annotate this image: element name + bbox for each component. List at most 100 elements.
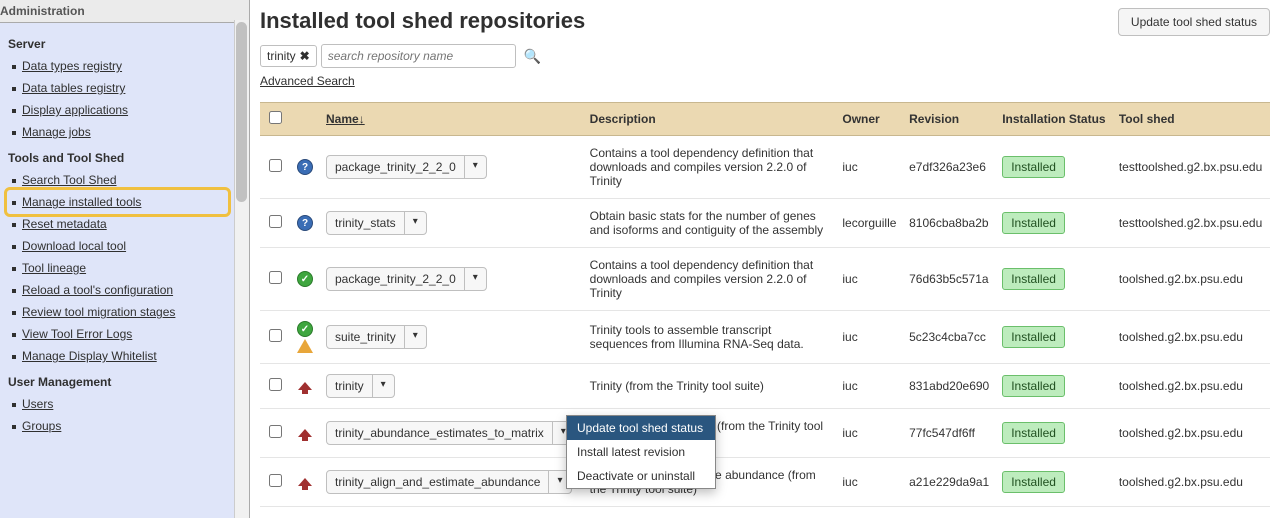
repo-owner: iuc xyxy=(836,311,903,364)
menu-item[interactable]: Deactivate or uninstall xyxy=(567,464,715,488)
menu-item[interactable]: Install latest revision xyxy=(567,440,715,464)
row-checkbox[interactable] xyxy=(269,271,282,284)
sidebar-item[interactable]: Data tables registry xyxy=(8,77,227,99)
row-checkbox[interactable] xyxy=(269,215,282,228)
sidebar-section-title: Server xyxy=(8,29,227,55)
sidebar-link[interactable]: Display applications xyxy=(22,103,128,117)
repo-revision: 76d63b5c571a xyxy=(903,248,996,311)
sidebar-section-title: Tools and Tool Shed xyxy=(8,143,227,169)
sidebar-link[interactable]: Data tables registry xyxy=(22,81,125,95)
sidebar-link[interactable]: Download local tool xyxy=(22,239,126,253)
sidebar-item[interactable]: Review tool migration stages xyxy=(8,301,227,323)
status-badge: Installed xyxy=(1002,471,1065,493)
repo-revision: 831abd20e690 xyxy=(903,364,996,409)
caret-down-icon[interactable]: ▾ xyxy=(465,156,486,178)
repo-owner: iuc xyxy=(836,458,903,507)
status-badge: Installed xyxy=(1002,422,1065,444)
repo-name-label[interactable]: trinity_align_and_estimate_abundance xyxy=(327,471,549,493)
table-row: trinity▾ Trinity (from the Trinity tool s… xyxy=(260,364,1270,409)
repo-name-dropdown[interactable]: trinity_stats▾ xyxy=(326,211,427,235)
menu-item[interactable]: Update tool shed status xyxy=(567,416,715,440)
check-icon xyxy=(297,271,313,287)
repo-name-label[interactable]: trinity xyxy=(327,375,373,397)
sidebar-link[interactable]: Manage installed tools xyxy=(22,195,141,209)
sidebar-item[interactable]: Reload a tool's configuration xyxy=(8,279,227,301)
sidebar-link[interactable]: Reset metadata xyxy=(22,217,107,231)
sidebar-item[interactable]: Display applications xyxy=(8,99,227,121)
status-badge: Installed xyxy=(1002,156,1065,178)
repo-owner: iuc xyxy=(836,248,903,311)
status-badge: Installed xyxy=(1002,268,1065,290)
sidebar-item[interactable]: Tool lineage xyxy=(8,257,227,279)
sidebar-link[interactable]: View Tool Error Logs xyxy=(22,327,132,341)
repo-name-dropdown[interactable]: trinity_abundance_estimates_to_matrix▾ xyxy=(326,421,575,445)
row-checkbox[interactable] xyxy=(269,425,282,438)
sidebar-link[interactable]: Groups xyxy=(22,419,61,433)
select-all-checkbox[interactable] xyxy=(269,111,282,124)
column-name-sort[interactable]: Name↓ xyxy=(326,112,365,126)
repo-revision: a21e229da9a1 xyxy=(903,458,996,507)
repo-toolshed: toolshed.g2.bx.psu.edu xyxy=(1113,364,1270,409)
repo-name-dropdown[interactable]: package_trinity_2_2_0▾ xyxy=(326,155,487,179)
sidebar-link[interactable]: Manage jobs xyxy=(22,125,91,139)
repo-name-dropdown[interactable]: trinity_align_and_estimate_abundance▾ xyxy=(326,470,572,494)
sidebar-item[interactable]: Users xyxy=(8,393,227,415)
advanced-search-link[interactable]: Advanced Search xyxy=(260,74,355,88)
column-description: Description xyxy=(584,103,837,136)
update-tool-shed-status-button[interactable]: Update tool shed status xyxy=(1118,8,1270,36)
repo-name-dropdown[interactable]: suite_trinity▾ xyxy=(326,325,427,349)
column-owner: Owner xyxy=(836,103,903,136)
filter-chip: trinity ✖ xyxy=(260,45,317,67)
repo-name-label[interactable]: trinity_abundance_estimates_to_matrix xyxy=(327,422,553,444)
sidebar-item[interactable]: Search Tool Shed xyxy=(8,169,227,191)
sidebar-item[interactable]: Groups xyxy=(8,415,227,437)
repo-toolshed: testtoolshed.g2.bx.psu.edu xyxy=(1113,136,1270,199)
sidebar-link[interactable]: Manage Display Whitelist xyxy=(22,349,157,363)
upgrade-icon xyxy=(298,382,312,390)
table-row: package_trinity_2_2_0▾ Contains a tool de… xyxy=(260,248,1270,311)
caret-down-icon[interactable]: ▾ xyxy=(373,375,394,397)
sidebar-link[interactable]: Users xyxy=(22,397,53,411)
caret-down-icon[interactable]: ▾ xyxy=(465,268,486,290)
sidebar-item[interactable]: Manage Display Whitelist xyxy=(8,345,227,367)
repo-description: Trinity (from the Trinity tool suite) xyxy=(584,364,837,409)
caret-down-icon[interactable]: ▾ xyxy=(405,326,426,348)
repo-name-label[interactable]: suite_trinity xyxy=(327,326,405,348)
repo-name-dropdown[interactable]: package_trinity_2_2_0▾ xyxy=(326,267,487,291)
sidebar-link[interactable]: Search Tool Shed xyxy=(22,173,117,187)
row-checkbox[interactable] xyxy=(269,378,282,391)
sidebar-link[interactable]: Review tool migration stages xyxy=(22,305,175,319)
sidebar-item[interactable]: Manage installed tools xyxy=(8,191,227,213)
sidebar-item[interactable]: View Tool Error Logs xyxy=(8,323,227,345)
repo-name-dropdown[interactable]: trinity▾ xyxy=(326,374,395,398)
sidebar-scrollbar[interactable] xyxy=(234,20,249,518)
page-title: Installed tool shed repositories xyxy=(260,8,585,34)
table-row: trinity_abundance_estimates_to_matrix▾Bu… xyxy=(260,409,1270,458)
search-icon[interactable]: 🔍 xyxy=(520,48,541,65)
caret-down-icon[interactable]: ▾ xyxy=(405,212,426,234)
repo-name-label[interactable]: package_trinity_2_2_0 xyxy=(327,268,465,290)
row-checkbox[interactable] xyxy=(269,159,282,172)
row-checkbox[interactable] xyxy=(269,329,282,342)
sidebar-link[interactable]: Tool lineage xyxy=(22,261,86,275)
remove-filter-icon[interactable]: ✖ xyxy=(300,49,310,63)
repo-name-label[interactable]: trinity_stats xyxy=(327,212,405,234)
repo-description: Obtain basic stats for the number of gen… xyxy=(584,199,837,248)
sidebar-scroll-thumb[interactable] xyxy=(236,22,247,202)
sidebar-link[interactable]: Reload a tool's configuration xyxy=(22,283,173,297)
sidebar-item[interactable]: Data types registry xyxy=(8,55,227,77)
table-row: trinity_align_and_estimate_abundance▾Ali… xyxy=(260,458,1270,507)
search-input[interactable] xyxy=(321,44,516,68)
repo-description: Contains a tool dependency definition th… xyxy=(584,248,837,311)
row-checkbox[interactable] xyxy=(269,474,282,487)
sidebar-item[interactable]: Manage jobs xyxy=(8,121,227,143)
upgrade-icon xyxy=(298,429,312,437)
sidebar-link[interactable]: Data types registry xyxy=(22,59,122,73)
check-icon xyxy=(297,321,313,337)
column-toolshed: Tool shed xyxy=(1113,103,1270,136)
status-badge: Installed xyxy=(1002,212,1065,234)
repo-description: Contains a tool dependency definition th… xyxy=(584,136,837,199)
sidebar-item[interactable]: Download local tool xyxy=(8,235,227,257)
repo-name-label[interactable]: package_trinity_2_2_0 xyxy=(327,156,465,178)
sidebar-item[interactable]: Reset metadata xyxy=(8,213,227,235)
